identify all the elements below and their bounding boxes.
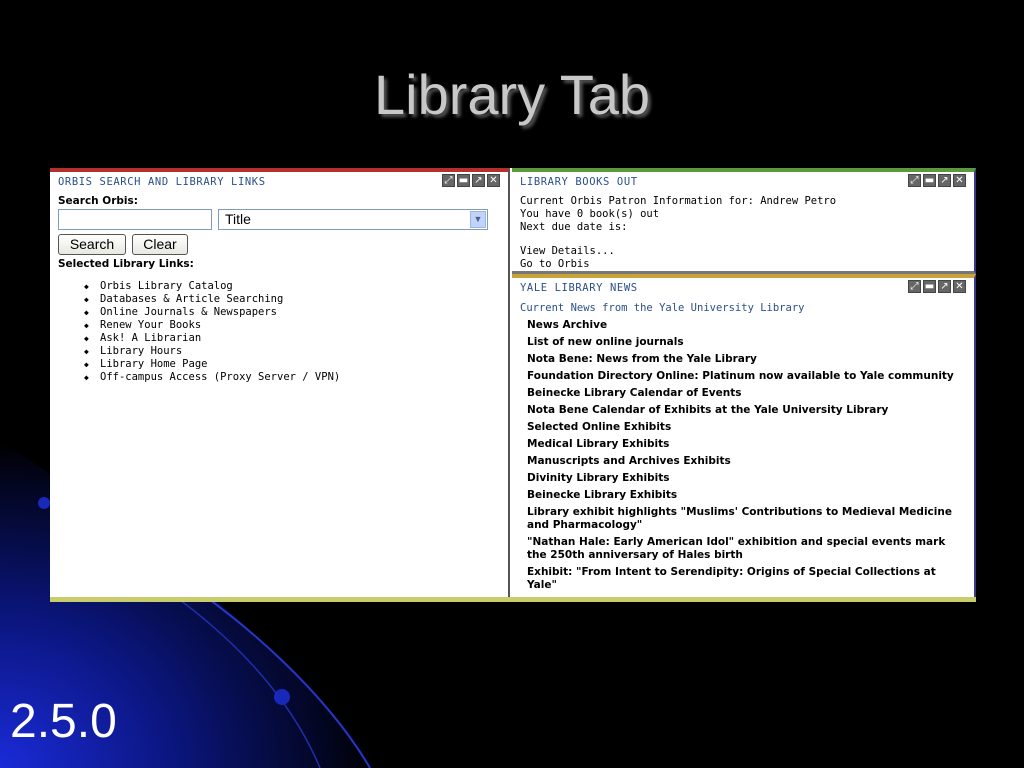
selected-links-label: Selected Library Links: — [58, 258, 194, 270]
news-subtitle: Current News from the Yale University Li… — [520, 302, 805, 314]
news-item[interactable]: List of new online journals — [527, 336, 967, 349]
minimize-icon[interactable]: ▬ — [923, 174, 936, 187]
library-link[interactable]: Off-campus Access (Proxy Server / VPN) — [84, 371, 340, 384]
maximize-icon[interactable]: ⤢ — [908, 174, 921, 187]
popout-icon[interactable]: ↗ — [938, 280, 951, 293]
portal-panel: ORBIS SEARCH AND LIBRARY LINKS ⤢ ▬ ↗ ✕ S… — [50, 168, 976, 602]
library-links-list: Orbis Library Catalog Databases & Articl… — [84, 280, 340, 384]
popout-icon[interactable]: ↗ — [472, 174, 485, 187]
minimize-icon[interactable]: ▬ — [457, 174, 470, 187]
news-item[interactable]: Foundation Directory Online: Platinum no… — [527, 370, 967, 383]
library-link[interactable]: Library Home Page — [84, 358, 340, 371]
orbis-portlet-controls: ⤢ ▬ ↗ ✕ — [442, 174, 500, 187]
news-item[interactable]: Selected Online Exhibits — [527, 421, 967, 434]
clear-button[interactable]: Clear — [132, 234, 188, 255]
news-item[interactable]: Divinity Library Exhibits — [527, 472, 967, 485]
library-link[interactable]: Orbis Library Catalog — [84, 280, 340, 293]
news-item[interactable]: News Archive — [527, 319, 967, 332]
news-item[interactable]: Nota Bene Calendar of Exhibits at the Ya… — [527, 404, 967, 417]
news-portlet-controls: ⤢ ▬ ↗ ✕ — [908, 280, 966, 293]
library-link[interactable]: Databases & Article Searching — [84, 293, 340, 306]
next-due-date: Next due date is: — [520, 221, 628, 233]
close-icon[interactable]: ✕ — [953, 174, 966, 187]
news-item[interactable]: Beinecke Library Exhibits — [527, 489, 967, 502]
close-icon[interactable]: ✕ — [953, 280, 966, 293]
books-out-count: You have 0 book(s) out — [520, 208, 660, 220]
books-out-portlet: LIBRARY BOOKS OUT ⤢ ▬ ↗ ✕ Current Orbis … — [512, 168, 976, 274]
news-item[interactable]: Library exhibit highlights "Muslims' Con… — [527, 506, 967, 532]
view-details-link[interactable]: View Details... — [520, 245, 615, 257]
library-link[interactable]: Ask! A Librarian — [84, 332, 340, 345]
popout-icon[interactable]: ↗ — [938, 174, 951, 187]
close-icon[interactable]: ✕ — [487, 174, 500, 187]
news-list: News Archive List of new online journals… — [527, 319, 967, 596]
news-item[interactable]: Nota Bene: News from the Yale Library — [527, 353, 967, 366]
books-portlet-controls: ⤢ ▬ ↗ ✕ — [908, 174, 966, 187]
right-column: LIBRARY BOOKS OUT ⤢ ▬ ↗ ✕ Current Orbis … — [512, 168, 976, 597]
maximize-icon[interactable]: ⤢ — [442, 174, 455, 187]
orbis-portlet-title: ORBIS SEARCH AND LIBRARY LINKS — [58, 176, 266, 188]
books-portlet-title: LIBRARY BOOKS OUT — [520, 176, 638, 188]
news-item[interactable]: "Nathan Hale: Early American Idol" exhib… — [527, 536, 967, 562]
news-item[interactable]: Medical Library Exhibits — [527, 438, 967, 451]
library-link[interactable]: Online Journals & Newspapers — [84, 306, 340, 319]
library-news-portlet: YALE LIBRARY NEWS ⤢ ▬ ↗ ✕ Current News f… — [512, 274, 976, 597]
library-link[interactable]: Renew Your Books — [84, 319, 340, 332]
go-to-orbis-link[interactable]: Go to Orbis — [520, 258, 590, 270]
minimize-icon[interactable]: ▬ — [923, 280, 936, 293]
version-label: 2.5.0 — [10, 695, 117, 748]
library-link[interactable]: Library Hours — [84, 345, 340, 358]
orbis-portlet: ORBIS SEARCH AND LIBRARY LINKS ⤢ ▬ ↗ ✕ S… — [50, 168, 510, 597]
search-type-select[interactable]: Title ▼ — [218, 209, 488, 230]
news-item[interactable]: Beinecke Library Calendar of Events — [527, 387, 967, 400]
search-type-value: Title — [225, 211, 251, 227]
chevron-down-icon[interactable]: ▼ — [470, 211, 486, 228]
search-input[interactable] — [58, 209, 212, 230]
news-portlet-title: YALE LIBRARY NEWS — [520, 282, 638, 294]
slide-title: Library Tab — [373, 63, 650, 126]
news-item[interactable]: Exhibit: "From Intent to Serendipity: Or… — [527, 566, 967, 592]
maximize-icon[interactable]: ⤢ — [908, 280, 921, 293]
search-button[interactable]: Search — [58, 234, 126, 255]
news-item[interactable]: Manuscripts and Archives Exhibits — [527, 455, 967, 468]
patron-info: Current Orbis Patron Information for: An… — [520, 195, 837, 207]
search-orbis-label: Search Orbis: — [58, 195, 138, 207]
